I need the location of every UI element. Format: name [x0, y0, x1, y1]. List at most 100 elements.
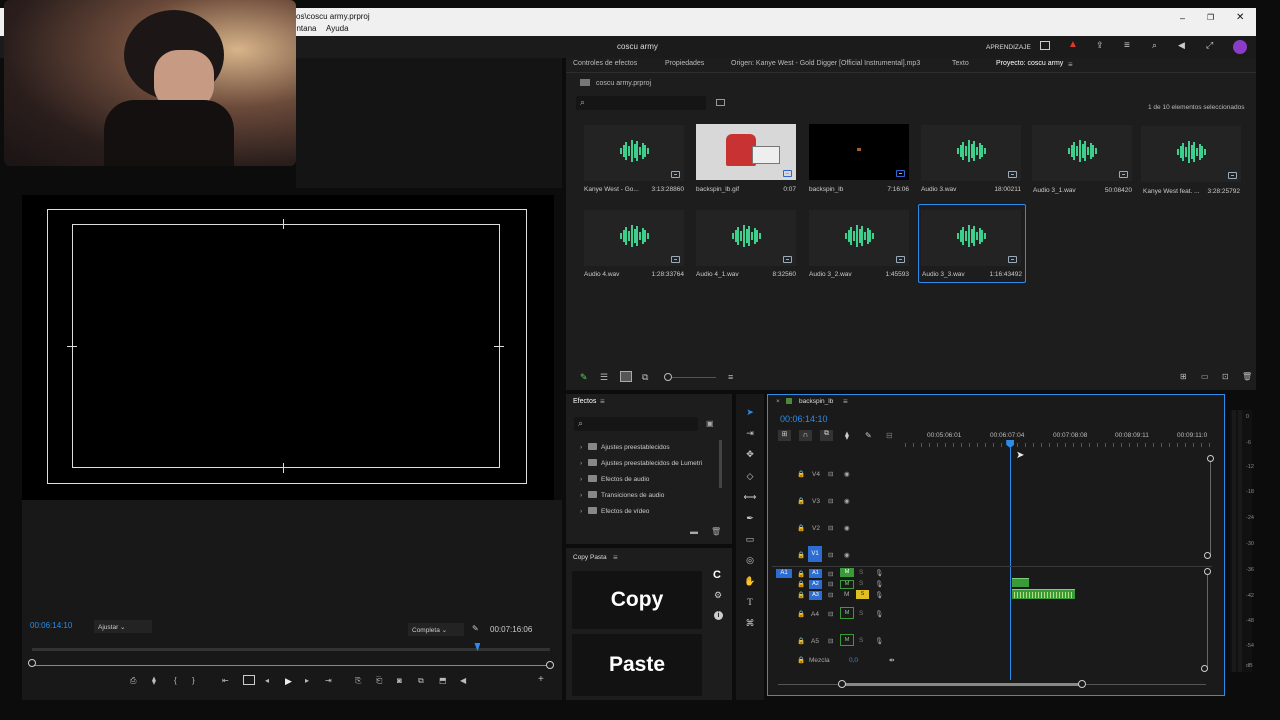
overwrite-icon[interactable]: ⎗	[376, 676, 382, 686]
step-forward-icon[interactable]: ▸	[305, 676, 309, 686]
add-marker-icon[interactable]: ⧫	[845, 431, 849, 440]
lock-icon[interactable]: 🔒	[797, 497, 805, 505]
tab-source[interactable]: Origen: Kanye West - Gold Digger [Offici…	[731, 60, 920, 67]
mic-icon[interactable]: 🎙	[875, 591, 883, 599]
delete-icon[interactable]: 🗑	[711, 527, 721, 536]
menu-icon[interactable]: ≡	[1124, 40, 1130, 51]
sort-icon[interactable]: ≡	[728, 372, 733, 382]
audio-clip-a3[interactable]	[1012, 589, 1075, 599]
slip-tool-icon[interactable]: ⟷	[743, 490, 757, 504]
new-folder-icon[interactable]: ▬	[690, 527, 698, 536]
track-label-v1[interactable]: V1	[808, 546, 822, 562]
alert-icon[interactable]: ▲	[1068, 39, 1078, 50]
quality-dropdown[interactable]: Completa ⌄	[408, 623, 464, 636]
safe-margins-icon[interactable]	[243, 675, 255, 685]
tab-text[interactable]: Texto	[952, 60, 969, 67]
scroll-handle-audio-top[interactable]	[1204, 568, 1211, 575]
mark-in-icon[interactable]: {	[174, 676, 177, 686]
zoom-slider[interactable]	[672, 377, 716, 378]
lock-icon[interactable]: 🔒	[797, 570, 805, 578]
effects-item-lumetri[interactable]: › Ajustes preestablecidos de Lumetri	[580, 459, 702, 467]
pencil-icon[interactable]: ✎	[580, 372, 588, 383]
search-icon[interactable]: ⌕	[1152, 40, 1157, 51]
new-bin-icon[interactable]	[716, 99, 725, 106]
lock-icon[interactable]: 🔒	[797, 591, 805, 599]
icon-view-icon[interactable]	[620, 371, 632, 382]
thumb-audio3[interactable]	[921, 125, 1021, 181]
minimize-button[interactable]: –	[1180, 13, 1185, 23]
add-button-icon[interactable]: +	[538, 675, 544, 685]
freeform-view-icon[interactable]: ⧉	[642, 372, 648, 383]
list-view-icon[interactable]: ☰	[600, 372, 608, 383]
sync-lock-icon[interactable]: ⊟	[828, 610, 833, 618]
tab-effect-controls[interactable]: Controles de efectos	[573, 60, 637, 67]
thumb-kanye-gold[interactable]	[584, 125, 684, 181]
zoom-bar[interactable]	[32, 665, 550, 666]
camera-icon[interactable]: ◙	[397, 676, 402, 686]
mute-button[interactable]: M	[840, 634, 854, 646]
scroll-handle-audio-bottom[interactable]	[1201, 665, 1208, 672]
menu-item-help[interactable]: Ayuda	[326, 24, 349, 33]
mic-icon[interactable]: 🎙	[875, 610, 883, 618]
sequence-menu-icon[interactable]: ≡	[843, 397, 848, 406]
go-to-in-icon[interactable]: ⇤	[222, 676, 229, 686]
selection-tool-icon[interactable]: ➤	[743, 405, 757, 419]
eye-icon[interactable]: ◉	[844, 497, 850, 505]
eye-icon[interactable]: ◉	[844, 524, 850, 532]
project-search-input[interactable]: ⌕	[576, 96, 706, 110]
tab-menu-icon[interactable]: ≡	[1068, 60, 1073, 69]
fit-dropdown[interactable]: Ajustar ⌄	[94, 620, 152, 633]
play-button[interactable]: ▶	[285, 676, 292, 686]
solo-button[interactable]: S	[859, 569, 863, 576]
share-icon[interactable]: ⇪	[1096, 40, 1104, 51]
effects-search-input[interactable]: ⌕	[574, 417, 698, 431]
thumb-backspin-seq[interactable]	[809, 124, 909, 180]
scroll-handle-mid[interactable]	[1204, 552, 1211, 559]
mute-button[interactable]: M	[840, 568, 854, 577]
eye-icon[interactable]: ◉	[844, 470, 850, 478]
audio-clip-a2[interactable]	[1012, 578, 1029, 587]
program-timecode[interactable]: 00:06:14:10	[30, 621, 72, 630]
linked-select-icon[interactable]: ⧉	[820, 430, 833, 441]
thumb-audio4[interactable]	[584, 210, 684, 266]
timeline-timecode[interactable]: 00:06:14:10	[780, 414, 828, 424]
zoom-handle-right[interactable]	[546, 661, 554, 669]
effects-item-audio-transitions[interactable]: › Transiciones de audio	[580, 491, 664, 499]
zoom-handle-left[interactable]	[28, 659, 36, 667]
mic-icon[interactable]: 🎙	[875, 569, 883, 577]
lock-icon[interactable]: 🔒	[797, 524, 805, 532]
audio-vertical-scroll[interactable]	[1207, 572, 1208, 668]
sequence-name[interactable]: backspin_lb	[799, 398, 833, 405]
effects-item-video-effects[interactable]: › Efectos de vídeo	[580, 507, 649, 515]
compare-icon[interactable]: ⧉	[418, 676, 424, 686]
sync-lock-icon[interactable]: ⊟	[828, 637, 833, 645]
lift-icon[interactable]: ⎙	[130, 676, 136, 686]
pen-tool-icon[interactable]: ✒	[743, 511, 757, 525]
sync-lock-icon[interactable]: ⊟	[828, 524, 833, 532]
type-tool-icon[interactable]: T	[743, 595, 757, 609]
sync-lock-icon[interactable]: ⊟	[828, 470, 833, 478]
track-label-a1[interactable]: A1	[809, 569, 822, 578]
scroll-handle-top[interactable]	[1207, 455, 1214, 462]
effects-item-audio-effects[interactable]: › Efectos de audio	[580, 475, 649, 483]
caption-tool-icon[interactable]: ⌘	[743, 616, 757, 630]
mute-button[interactable]: M	[840, 580, 854, 589]
sync-lock-icon[interactable]: ⊟	[828, 551, 833, 559]
time-ruler[interactable]	[905, 443, 1210, 447]
program-ruler[interactable]	[32, 648, 550, 651]
learn-button[interactable]: APRENDIZAJE	[986, 44, 1031, 51]
thumb-audio3-2[interactable]	[809, 210, 909, 266]
close-button[interactable]: ✕	[1236, 12, 1244, 23]
source-patch-a1[interactable]: A1	[776, 569, 792, 578]
sync-lock-icon[interactable]: ⊟	[828, 591, 833, 599]
sync-lock-icon[interactable]: ⊟	[828, 570, 833, 578]
timeline-close-icon[interactable]: ×	[776, 398, 780, 405]
tab-properties[interactable]: Propiedades	[665, 60, 704, 67]
mute-button[interactable]: M	[844, 591, 849, 598]
h-scroll-handle-left[interactable]	[838, 680, 846, 688]
nest-icon[interactable]: ⊞	[778, 430, 791, 441]
automate-icon[interactable]: ⊞	[1180, 372, 1187, 381]
lock-icon[interactable]: 🔒	[797, 656, 805, 664]
track-label-a3[interactable]: A3	[809, 591, 822, 600]
lock-icon[interactable]: 🔒	[797, 637, 805, 645]
